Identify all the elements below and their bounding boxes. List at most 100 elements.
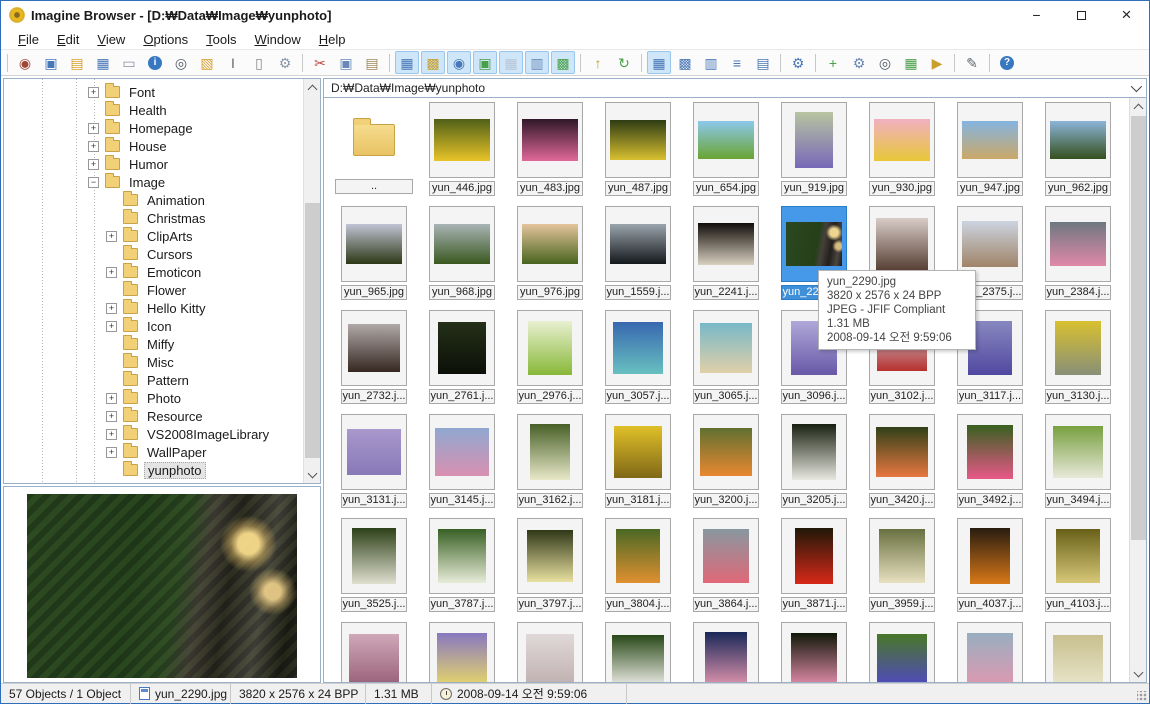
thumbnail-item[interactable]: yun_968.jpg bbox=[418, 206, 506, 302]
thumbnail-item[interactable]: yun_3181.j... bbox=[594, 414, 682, 510]
paste-button[interactable]: ▤ bbox=[360, 51, 384, 74]
thumbnail-item[interactable]: yun_2732.j... bbox=[330, 310, 418, 406]
thumbnail-item[interactable] bbox=[506, 622, 594, 682]
tree-item-hello-kitty[interactable]: + Hello Kitty bbox=[4, 299, 303, 317]
thumbnail-item[interactable]: yun_3525.j... bbox=[330, 518, 418, 614]
new-folder-button[interactable]: ▧ bbox=[195, 51, 219, 74]
thumbnail-item[interactable]: yun_947.jpg bbox=[946, 102, 1034, 198]
thumbnail-item[interactable]: yun_3959.j... bbox=[858, 518, 946, 614]
tree-item-vs2008imagelibrary[interactable]: + VS2008ImageLibrary bbox=[4, 425, 303, 443]
filmstrip-button[interactable]: ▦ bbox=[899, 51, 923, 74]
tree-scrollbar[interactable] bbox=[303, 79, 320, 483]
menu-item-window[interactable]: Window bbox=[246, 32, 310, 47]
thumbnail-item[interactable]: yun_976.jpg bbox=[506, 206, 594, 302]
slideshow-button[interactable]: ▶ bbox=[925, 51, 949, 74]
batch-convert-button[interactable]: ⚙ bbox=[847, 51, 871, 74]
expand-plus-icon[interactable]: + bbox=[106, 428, 117, 440]
thumbnail-item[interactable]: yun_3131.j... bbox=[330, 414, 418, 510]
resize-grip[interactable] bbox=[1137, 691, 1147, 701]
tree-item-misc[interactable]: Misc bbox=[4, 353, 303, 371]
thumbnail-item[interactable]: yun_962.jpg bbox=[1034, 102, 1122, 198]
expand-plus-icon[interactable]: + bbox=[88, 86, 99, 98]
cut-button[interactable]: ✂ bbox=[308, 51, 332, 74]
thumbnail-item[interactable]: yun_4103.j... bbox=[1034, 518, 1122, 614]
grid-scrollbar-thumb[interactable] bbox=[1131, 116, 1146, 540]
tree-item-house[interactable]: + House bbox=[4, 137, 303, 155]
thumbnail-item[interactable]: yun_487.jpg bbox=[594, 102, 682, 198]
camera-button[interactable]: ◎ bbox=[169, 51, 193, 74]
print-button[interactable]: ▭ bbox=[117, 51, 141, 74]
menu-item-view[interactable]: View bbox=[88, 32, 134, 47]
tree-item-wallpaper[interactable]: + WallPaper bbox=[4, 443, 303, 461]
save-button[interactable]: ▦ bbox=[91, 51, 115, 74]
faint-grid-button[interactable]: ▦ bbox=[499, 51, 523, 74]
view-large-thumbnails-button[interactable]: ▦ bbox=[647, 51, 671, 74]
delete-button[interactable]: ▯ bbox=[247, 51, 271, 74]
expand-plus-icon[interactable]: + bbox=[106, 302, 117, 314]
properties-gear-button[interactable]: ⚙ bbox=[273, 51, 297, 74]
tree-item-cursors[interactable]: Cursors bbox=[4, 245, 303, 263]
maximize-button[interactable] bbox=[1059, 1, 1104, 29]
monitor-view-button[interactable]: ▣ bbox=[39, 51, 63, 74]
tree-item-flower[interactable]: Flower bbox=[4, 281, 303, 299]
thumbnail-item[interactable]: yun_2976.j... bbox=[506, 310, 594, 406]
thumbnail-item[interactable] bbox=[418, 622, 506, 682]
expand-plus-icon[interactable]: + bbox=[88, 122, 99, 134]
grid-scrollbar[interactable] bbox=[1129, 98, 1146, 682]
thumbnail-item[interactable]: yun_3494.j... bbox=[1034, 414, 1122, 510]
thumbnail-item[interactable]: yun_2384.j... bbox=[1034, 206, 1122, 302]
tree-item-image[interactable]: − Image bbox=[4, 173, 303, 191]
close-button[interactable]: × bbox=[1104, 1, 1149, 29]
menu-item-file[interactable]: File bbox=[9, 32, 48, 47]
view-details-button[interactable]: ▤ bbox=[751, 51, 775, 74]
open-folder-button[interactable]: ▤ bbox=[65, 51, 89, 74]
thumbnail-item[interactable]: yun_654.jpg bbox=[682, 102, 770, 198]
thumbnail-item[interactable]: yun_483.jpg bbox=[506, 102, 594, 198]
parent-folder-item[interactable]: .. bbox=[330, 102, 418, 198]
detail-panel-button[interactable]: ▦ bbox=[395, 51, 419, 74]
tree-item-pattern[interactable]: Pattern bbox=[4, 371, 303, 389]
expand-plus-icon[interactable]: + bbox=[106, 392, 117, 404]
thumbnail-item[interactable]: yun_3804.j... bbox=[594, 518, 682, 614]
expand-plus-icon[interactable]: + bbox=[88, 140, 99, 152]
thumbnail-item[interactable]: yun_3864.j... bbox=[682, 518, 770, 614]
thumbnail-item[interactable] bbox=[594, 622, 682, 682]
menu-item-tools[interactable]: Tools bbox=[197, 32, 245, 47]
tree-item-emoticon[interactable]: + Emoticon bbox=[4, 263, 303, 281]
copy-button[interactable]: ▣ bbox=[334, 51, 358, 74]
history-clock-button[interactable]: ◉ bbox=[447, 51, 471, 74]
folder-up-button[interactable]: ↑ bbox=[586, 51, 610, 74]
menu-item-edit[interactable]: Edit bbox=[48, 32, 88, 47]
minimize-button[interactable]: − bbox=[1014, 1, 1059, 29]
menu-item-help[interactable]: Help bbox=[310, 32, 355, 47]
tree-item-animation[interactable]: Animation bbox=[4, 191, 303, 209]
scroll-up-arrow-icon[interactable] bbox=[1130, 98, 1146, 115]
thumbnail-item[interactable]: yun_930.jpg bbox=[858, 102, 946, 198]
tree-scrollbar-thumb[interactable] bbox=[305, 203, 320, 458]
doc-image-button[interactable]: ▥ bbox=[525, 51, 549, 74]
thumbnail-item[interactable]: yun_2761.j... bbox=[418, 310, 506, 406]
view-small-thumbnails-button[interactable]: ▩ bbox=[673, 51, 697, 74]
expand-plus-icon[interactable]: + bbox=[106, 266, 117, 278]
tree-item-humor[interactable]: + Humor bbox=[4, 155, 303, 173]
tree-item-font[interactable]: + Font bbox=[4, 83, 303, 101]
collapse-minus-icon[interactable]: − bbox=[88, 176, 99, 188]
expand-plus-icon[interactable]: + bbox=[106, 410, 117, 422]
scroll-up-arrow-icon[interactable] bbox=[304, 79, 320, 96]
expand-plus-icon[interactable]: + bbox=[106, 320, 117, 332]
tree-item-yunphoto[interactable]: yunphoto bbox=[4, 461, 303, 479]
folder-tree-button[interactable]: ▩ bbox=[421, 51, 445, 74]
tree-item-icon[interactable]: + Icon bbox=[4, 317, 303, 335]
address-bar[interactable]: D:₩Data₩Image₩yunphoto bbox=[323, 78, 1147, 98]
tree-item-resource[interactable]: + Resource bbox=[4, 407, 303, 425]
thumbnail-item[interactable]: yun_4037.j... bbox=[946, 518, 1034, 614]
thumbnail-item[interactable]: yun_2241.j... bbox=[682, 206, 770, 302]
thumbnail-item[interactable]: yun_3420.j... bbox=[858, 414, 946, 510]
thumbnail-item[interactable] bbox=[858, 622, 946, 682]
image-badge-button[interactable]: ▣ bbox=[473, 51, 497, 74]
image-stack-button[interactable]: ▩ bbox=[551, 51, 575, 74]
tree-item-health[interactable]: Health bbox=[4, 101, 303, 119]
expand-plus-icon[interactable]: + bbox=[88, 158, 99, 170]
eye-preview-button[interactable]: ◉ bbox=[13, 51, 37, 74]
thumbnail-item[interactable]: yun_3871.j... bbox=[770, 518, 858, 614]
